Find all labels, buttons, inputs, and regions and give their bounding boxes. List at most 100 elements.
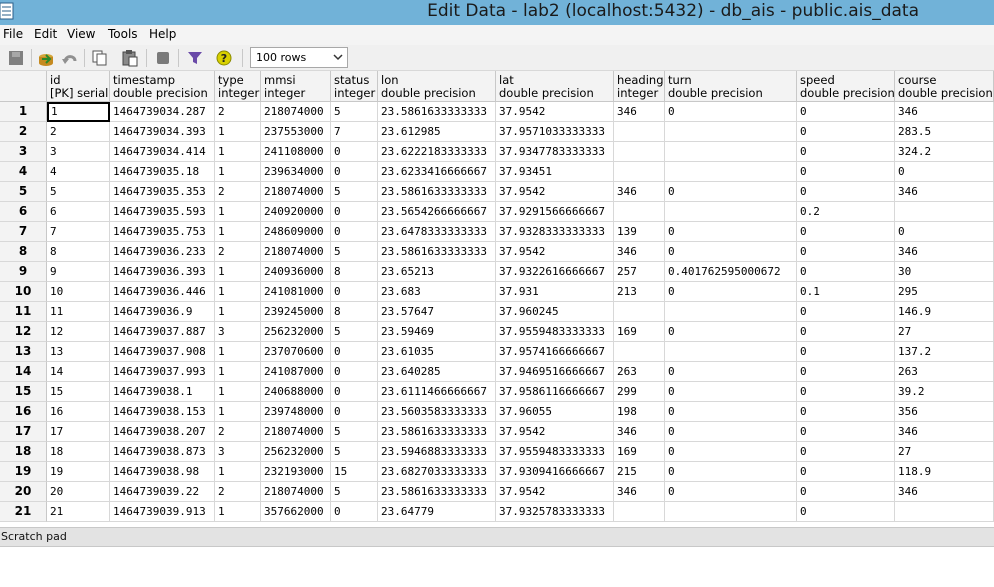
cell-timestamp[interactable]: 1464739038.873 [110,442,215,462]
cell-speed[interactable]: 0 [797,482,895,502]
cell-lat[interactable]: 37.9559483333333 [496,322,614,342]
cell-course[interactable]: 0 [895,162,994,182]
cell-speed[interactable]: 0 [797,422,895,442]
cell-timestamp[interactable]: 1464739034.287 [110,102,215,122]
cell-type[interactable]: 1 [215,122,261,142]
menu-view[interactable]: View [67,27,95,41]
cell-type[interactable]: 3 [215,442,261,462]
cell-status[interactable]: 5 [331,442,378,462]
cell-id[interactable]: 7 [47,222,110,242]
cell-heading[interactable]: 346 [614,422,665,442]
row-header[interactable]: 20 [0,482,47,502]
cell-type[interactable]: 1 [215,142,261,162]
cell-lon[interactable]: 23.612985 [378,122,496,142]
copy-icon[interactable] [90,48,110,68]
paste-icon[interactable] [120,48,140,68]
column-header-lat[interactable]: lat double precision [496,71,614,102]
cell-timestamp[interactable]: 1464739034.393 [110,122,215,142]
cell-lon[interactable]: 23.57647 [378,302,496,322]
cell-type[interactable]: 1 [215,342,261,362]
cell-mmsi[interactable]: 248609000 [261,222,331,242]
cell-lon[interactable]: 23.6222183333333 [378,142,496,162]
cell-status[interactable]: 0 [331,342,378,362]
cell-lat[interactable]: 37.96055 [496,402,614,422]
cell-id[interactable]: 8 [47,242,110,262]
cell-course[interactable]: 0 [895,222,994,242]
menu-tools[interactable]: Tools [108,27,138,41]
cell-turn[interactable]: 0 [665,242,797,262]
cell-course[interactable]: 283.5 [895,122,994,142]
cell-type[interactable]: 2 [215,482,261,502]
row-header[interactable]: 2 [0,122,47,142]
cell-heading[interactable]: 346 [614,242,665,262]
cell-speed[interactable]: 0 [797,342,895,362]
cell-course[interactable]: 346 [895,482,994,502]
cell-speed[interactable]: 0 [797,142,895,162]
cell-course[interactable] [895,502,994,522]
cell-lat[interactable]: 37.9309416666667 [496,462,614,482]
cell-id[interactable]: 6 [47,202,110,222]
cell-timestamp[interactable]: 1464739034.414 [110,142,215,162]
column-header-lon[interactable]: lon double precision [378,71,496,102]
cell-mmsi[interactable]: 241081000 [261,282,331,302]
cell-mmsi[interactable]: 237070600 [261,342,331,362]
cell-timestamp[interactable]: 1464739036.233 [110,242,215,262]
cell-lon[interactable]: 23.683 [378,282,496,302]
cell-status[interactable]: 0 [331,402,378,422]
cell-lon[interactable]: 23.61035 [378,342,496,362]
cell-turn[interactable]: 0 [665,382,797,402]
row-header[interactable]: 3 [0,142,47,162]
cell-heading[interactable]: 257 [614,262,665,282]
cell-course[interactable]: 295 [895,282,994,302]
cell-speed[interactable]: 0 [797,302,895,322]
cell-id[interactable]: 5 [47,182,110,202]
cell-status[interactable]: 0 [331,382,378,402]
cell-lat[interactable]: 37.9542 [496,482,614,502]
cell-lat[interactable]: 37.9325783333333 [496,502,614,522]
cell-id[interactable]: 21 [47,502,110,522]
undo-icon[interactable] [60,48,80,68]
cell-course[interactable]: 356 [895,402,994,422]
cell-course[interactable]: 137.2 [895,342,994,362]
row-header[interactable]: 14 [0,362,47,382]
cell-mmsi[interactable]: 256232000 [261,322,331,342]
column-header-course[interactable]: course double precision [895,71,994,102]
column-header-status[interactable]: status integer [331,71,378,102]
cell-mmsi[interactable]: 237553000 [261,122,331,142]
cell-status[interactable]: 8 [331,302,378,322]
cell-course[interactable]: 30 [895,262,994,282]
cell-mmsi[interactable]: 241087000 [261,362,331,382]
cell-mmsi[interactable]: 357662000 [261,502,331,522]
cell-timestamp[interactable]: 1464739037.908 [110,342,215,362]
row-header[interactable]: 9 [0,262,47,282]
cell-turn[interactable]: 0 [665,222,797,242]
cell-course[interactable]: 263 [895,362,994,382]
cell-id[interactable]: 15 [47,382,110,402]
cell-id[interactable]: 14 [47,362,110,382]
cell-heading[interactable]: 198 [614,402,665,422]
cell-timestamp[interactable]: 1464739038.153 [110,402,215,422]
cell-heading[interactable] [614,162,665,182]
cell-heading[interactable]: 213 [614,282,665,302]
cell-lon[interactable]: 23.5603583333333 [378,402,496,422]
column-header-heading[interactable]: heading integer [614,71,665,102]
row-header[interactable]: 6 [0,202,47,222]
cell-mmsi[interactable]: 241108000 [261,142,331,162]
cell-speed[interactable]: 0 [797,162,895,182]
cell-type[interactable]: 1 [215,202,261,222]
cell-id[interactable]: 20 [47,482,110,502]
filter-icon[interactable] [185,48,205,68]
cell-type[interactable]: 2 [215,242,261,262]
cell-heading[interactable]: 346 [614,482,665,502]
cell-turn[interactable]: 0.401762595000672 [665,262,797,282]
cell-lon[interactable]: 23.64779 [378,502,496,522]
row-header[interactable]: 16 [0,402,47,422]
cell-speed[interactable]: 0 [797,242,895,262]
cell-mmsi[interactable]: 240936000 [261,262,331,282]
cell-status[interactable]: 5 [331,102,378,122]
cell-lon[interactable]: 23.6111466666667 [378,382,496,402]
cell-lat[interactable]: 37.9542 [496,102,614,122]
cell-speed[interactable]: 0 [797,182,895,202]
cell-id[interactable]: 2 [47,122,110,142]
cell-lon[interactable]: 23.6233416666667 [378,162,496,182]
